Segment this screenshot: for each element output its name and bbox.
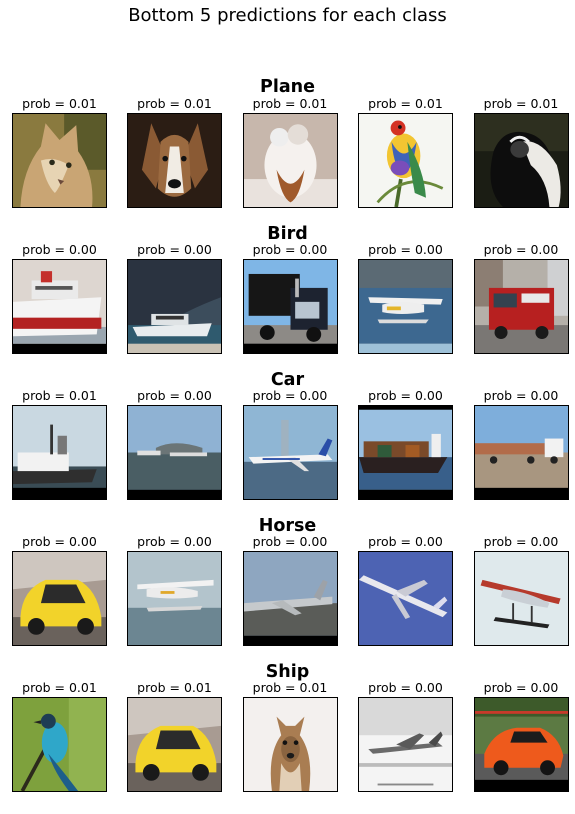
blue-bird-image (12, 697, 107, 792)
airliner-tarmac-image (242, 551, 338, 646)
class-title: Bird (267, 224, 308, 244)
truck-image (242, 259, 338, 354)
probability-label: prob = 0.01 (252, 680, 328, 695)
probability-label: prob = 0.00 (368, 242, 443, 257)
log-truck-image (473, 405, 569, 500)
class-title: Car (270, 370, 305, 390)
colobus-monkey-image (473, 113, 569, 208)
probability-label: prob = 0.00 (252, 242, 328, 257)
probability-label: prob = 0.00 (22, 534, 97, 549)
probability-label: prob = 0.00 (483, 680, 559, 695)
probability-label: prob = 0.00 (137, 242, 212, 257)
deer-image (242, 697, 338, 792)
probability-label: prob = 0.00 (368, 388, 443, 403)
probability-label: prob = 0.01 (137, 96, 212, 111)
class-title: Plane (260, 77, 315, 97)
finch-image (358, 113, 453, 208)
probability-label: prob = 0.00 (252, 534, 328, 549)
cougar-image (12, 113, 107, 208)
figure-title: Bottom 5 predictions for each class (128, 5, 447, 26)
probability-label: prob = 0.01 (137, 680, 212, 695)
cargo-ship-image (358, 405, 453, 500)
probability-label: prob = 0.00 (252, 388, 328, 403)
probability-label: prob = 0.00 (137, 534, 212, 549)
yellow-car-image (127, 697, 222, 792)
ferry-ship-image (12, 259, 107, 354)
probability-label: prob = 0.01 (483, 96, 559, 111)
airliner-ground-image (242, 405, 338, 500)
seaplane-sky-image (127, 551, 222, 646)
jet-sky-image (358, 551, 453, 646)
fire-truck-image (473, 259, 569, 354)
boat-cliff-image (127, 259, 222, 354)
probability-label: prob = 0.01 (22, 680, 97, 695)
seaplane-water-image (358, 259, 453, 354)
class-title: Ship (265, 662, 310, 682)
orange-sports-car-image (473, 697, 569, 792)
dog-image (127, 113, 222, 208)
probability-label: prob = 0.00 (137, 388, 212, 403)
yellow-car-image (12, 551, 107, 646)
tugboat-image (12, 405, 107, 500)
probability-label: prob = 0.00 (483, 388, 559, 403)
probability-label: prob = 0.00 (368, 680, 443, 695)
probability-label: prob = 0.00 (368, 534, 443, 549)
fluffy-cat-image (242, 113, 338, 208)
probability-label: prob = 0.01 (22, 388, 97, 403)
probability-label: prob = 0.01 (22, 96, 97, 111)
fighter-jet-image (358, 697, 453, 792)
floatplane-image (473, 551, 569, 646)
probability-label: prob = 0.00 (483, 534, 559, 549)
class-title: Horse (258, 516, 317, 536)
probability-label: prob = 0.01 (368, 96, 443, 111)
ship-distant-image (127, 405, 222, 500)
probability-label: prob = 0.01 (252, 96, 328, 111)
probability-label: prob = 0.00 (483, 242, 559, 257)
probability-label: prob = 0.00 (22, 242, 97, 257)
